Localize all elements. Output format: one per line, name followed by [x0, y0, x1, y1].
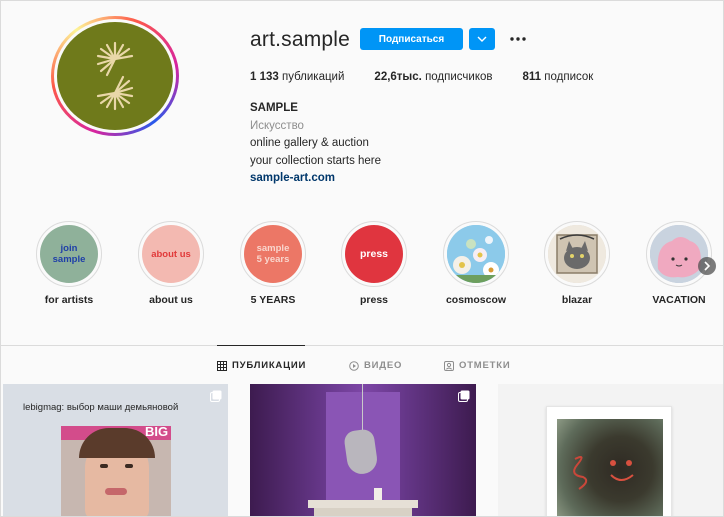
posts-label: публикаций	[281, 71, 345, 83]
post-tile[interactable]: lebigmag: выбор маши демьяновой BIG	[3, 384, 228, 516]
tag-icon	[444, 360, 454, 371]
profile-category: Искусство	[250, 119, 304, 132]
avatar-logo	[57, 22, 173, 130]
tab-video[interactable]: ВИДЕО	[349, 360, 402, 371]
highlight-blazar[interactable]: blazar	[532, 221, 622, 306]
post-tile[interactable]	[498, 384, 723, 516]
play-icon	[349, 360, 359, 371]
tab-posts-label: ПУБЛИКАЦИИ	[232, 360, 307, 371]
gallery-room-image	[250, 384, 476, 516]
flowers-image	[447, 225, 505, 283]
highlight-cover-press: press	[345, 225, 403, 283]
highlight-cover-text: about us	[151, 248, 191, 260]
suggestions-dropdown-button[interactable]	[469, 28, 495, 50]
following-label: подписок	[544, 71, 594, 83]
profile-website-link[interactable]: sample-art.com	[250, 170, 381, 188]
profile-username: art.sample	[250, 28, 351, 51]
highlight-label: about us	[149, 294, 193, 306]
cat-painting-image	[548, 225, 606, 283]
grid-icon	[217, 360, 227, 371]
magazine-cover-image: BIG	[61, 426, 171, 516]
highlight-cover-text: join sample	[52, 243, 86, 265]
highlight-label: cosmoscow	[445, 294, 507, 306]
bio-line-1: online gallery & auction	[250, 137, 369, 149]
highlight-cover-for-artists: join sample	[40, 225, 98, 283]
highlight-label: VACATION	[652, 294, 706, 306]
following-count: 811	[522, 71, 542, 83]
highlight-label: blazar	[561, 294, 593, 306]
tab-video-label: ВИДЕО	[364, 360, 403, 371]
highlight-cover-text: sample 5 years	[256, 243, 290, 265]
highlight-label: press	[359, 294, 389, 306]
tab-tagged[interactable]: ОТМЕТКИ	[444, 360, 510, 371]
highlight-press[interactable]: press press	[329, 221, 419, 306]
profile-bio: SAMPLE Искусство online gallery & auctio…	[250, 100, 381, 188]
highlight-about-us[interactable]: about us about us	[126, 221, 216, 306]
highlight-5-years[interactable]: sample 5 years 5 YEARS	[228, 221, 318, 306]
highlight-cover-text: press	[359, 247, 389, 260]
posts-stat: 1 133 публикаций	[250, 71, 344, 83]
highlight-for-artists[interactable]: join sample for artists	[24, 221, 114, 306]
followers-count: 22,6тыс.	[374, 71, 422, 83]
chevron-right-icon	[704, 261, 711, 271]
highlight-label: 5 YEARS	[250, 294, 296, 306]
carousel-icon	[210, 390, 222, 402]
more-options-button[interactable]	[505, 29, 531, 49]
highlights-next-button[interactable]	[698, 257, 716, 275]
followers-stat[interactable]: 22,6тыс. подписчиков	[374, 71, 492, 83]
tab-tagged-label: ОТМЕТКИ	[459, 360, 511, 371]
chevron-down-icon	[477, 36, 487, 42]
active-tab-indicator	[217, 345, 305, 346]
bio-line-2: your collection starts here	[250, 154, 382, 167]
sample-logo-icon	[96, 41, 134, 111]
highlight-cover-vacation	[650, 225, 708, 283]
framed-painting-image	[546, 406, 672, 516]
story-highlights: join sample for artists about us about u…	[1, 221, 723, 311]
carousel-icon	[458, 390, 470, 402]
posts-count: 1 133	[250, 71, 279, 83]
highlight-cover-5-years: sample 5 years	[244, 225, 302, 283]
post-caption: lebigmag: выбор маши демьяновой	[23, 402, 179, 413]
profile-page: art.sample Подписаться 1 133 публикаций …	[0, 0, 724, 517]
tabs-divider	[1, 345, 723, 346]
post-tile[interactable]	[250, 384, 476, 516]
follow-button[interactable]: Подписаться	[360, 28, 463, 50]
highlight-cover-about-us: about us	[142, 225, 200, 283]
pink-creature-image	[650, 225, 708, 283]
highlight-cover-cosmoscow	[447, 225, 505, 283]
following-stat[interactable]: 811 подписок	[523, 71, 594, 83]
followers-label: подписчиков	[425, 71, 493, 83]
highlight-label: for artists	[44, 294, 94, 306]
tab-posts[interactable]: ПУБЛИКАЦИИ	[217, 360, 306, 371]
highlight-cosmoscow[interactable]: cosmoscow	[431, 221, 521, 306]
profile-stats: 1 133 публикаций 22,6тыс. подписчиков 81…	[250, 71, 623, 83]
profile-avatar[interactable]	[51, 16, 179, 136]
highlight-cover-blazar	[548, 225, 606, 283]
more-dots-icon	[510, 37, 526, 41]
profile-full-name: SAMPLE	[250, 102, 298, 114]
